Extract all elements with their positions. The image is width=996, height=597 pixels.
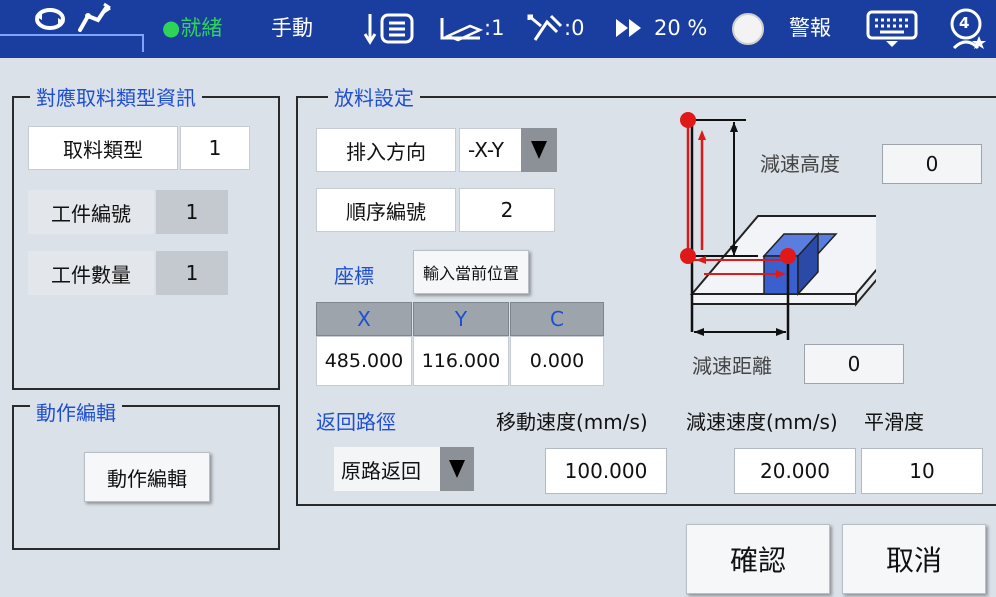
tool-coordinate-icon[interactable] — [440, 14, 484, 44]
top-status-bar: ●就緒 手動 :1 :0 20 % 警報 4 — [0, 0, 996, 58]
coord-header-y: Y — [413, 302, 509, 336]
keyboard-icon[interactable] — [866, 10, 918, 48]
insert-direction-value: -X-Y — [468, 138, 504, 162]
alarm-text[interactable]: 警報 — [789, 14, 831, 42]
insert-direction-label: 排入方向 — [316, 128, 456, 172]
input-current-position-button[interactable]: 輸入當前位置 — [413, 250, 529, 294]
home-tab-underline — [0, 34, 144, 52]
workpiece-qty-value: 1 — [156, 251, 228, 295]
confirm-button[interactable]: 確認 — [686, 524, 830, 594]
coords-label: 座標 — [334, 264, 374, 288]
coord-header-c: C — [510, 302, 604, 336]
coord-value-x[interactable]: 485.000 — [316, 336, 412, 386]
smoothness-label: 平滑度 — [864, 410, 924, 434]
workpiece-qty-label: 工件數量 — [28, 251, 154, 295]
coord-value-y[interactable]: 116.000 — [413, 336, 509, 386]
place-path-diagram — [680, 112, 876, 340]
place-settings-group-title: 放料設定 — [328, 86, 420, 110]
alarm-light-icon[interactable] — [731, 12, 765, 46]
mode-text[interactable]: 手動 — [271, 14, 313, 42]
pick-type-value[interactable]: 1 — [180, 126, 250, 170]
speed-icon[interactable] — [616, 19, 644, 37]
smoothness-input[interactable]: 10 — [861, 448, 983, 494]
user-level-number: 4 — [959, 14, 970, 32]
decel-speed-label: 減速速度(mm/s) — [686, 410, 838, 434]
cancel-button[interactable]: 取消 — [842, 524, 986, 594]
dropdown-arrow-icon — [531, 141, 547, 159]
workpiece-no-label: 工件編號 — [28, 190, 154, 234]
insert-direction-arrow[interactable] — [521, 128, 557, 172]
sequence-no-label: 順序編號 — [316, 188, 456, 232]
coord-count-text: :0 — [564, 16, 585, 40]
return-path-dropdown[interactable]: 原路返回 — [334, 447, 440, 491]
coord-value-c[interactable]: 0.000 — [510, 336, 604, 386]
workpiece-no-value: 1 — [156, 190, 228, 234]
program-list-icon[interactable] — [364, 12, 420, 46]
move-speed-input[interactable]: 100.000 — [545, 448, 667, 494]
return-path-arrow[interactable] — [440, 447, 474, 491]
return-path-label: 返回路徑 — [316, 410, 396, 434]
sequence-no-value[interactable]: 2 — [459, 188, 555, 232]
action-edit-button[interactable]: 動作編輯 — [84, 452, 210, 502]
dropdown-arrow-icon — [449, 460, 465, 478]
decel-height-value[interactable]: 0 — [882, 144, 982, 184]
robot-arm-icon[interactable] — [74, 2, 114, 34]
decel-height-label: 減速高度 — [760, 152, 840, 176]
decel-speed-input[interactable]: 20.000 — [734, 448, 856, 494]
decel-distance-value[interactable]: 0 — [804, 344, 904, 384]
rotate-icon[interactable] — [30, 6, 70, 32]
pick-type-label: 取料類型 — [28, 126, 178, 170]
coord-header-x: X — [316, 302, 412, 336]
action-edit-group-title: 動作編輯 — [30, 401, 122, 425]
status-ready-text: ●就緒 — [162, 16, 223, 40]
speed-percent-text[interactable]: 20 % — [654, 14, 707, 42]
pick-info-group-title: 對應取料類型資訊 — [30, 86, 202, 110]
tool-count-text: :1 — [484, 16, 505, 40]
return-path-value: 原路返回 — [341, 458, 421, 483]
user-coordinate-icon[interactable] — [525, 12, 565, 44]
move-speed-label: 移動速度(mm/s) — [496, 410, 648, 434]
decel-distance-label: 減速距離 — [692, 354, 772, 378]
